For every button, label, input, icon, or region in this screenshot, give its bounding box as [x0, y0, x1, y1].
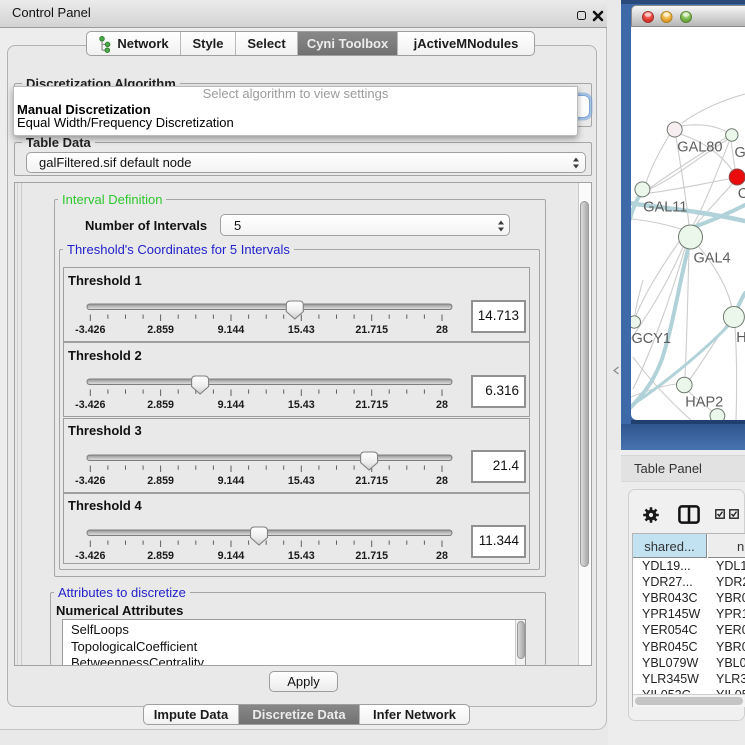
svg-text:28: 28: [436, 399, 448, 411]
svg-text:2.859: 2.859: [147, 399, 174, 411]
svg-text:GAL11: GAL11: [643, 200, 687, 216]
svg-text:-3.426: -3.426: [75, 475, 105, 487]
svg-text:21.715: 21.715: [355, 399, 388, 411]
svg-text:15.43: 15.43: [288, 475, 315, 487]
svg-text:28: 28: [436, 324, 448, 336]
svg-text:GAL4: GAL4: [694, 251, 731, 267]
svg-text:15.43: 15.43: [288, 399, 315, 411]
svg-text:15.43: 15.43: [288, 324, 315, 336]
svg-text:-3.426: -3.426: [75, 550, 105, 562]
svg-text:HAP2: HAP2: [685, 395, 723, 411]
svg-text:2.859: 2.859: [147, 475, 174, 487]
svg-text:21.715: 21.715: [355, 475, 388, 487]
svg-text:H: H: [736, 330, 745, 346]
svg-text:9.144: 9.144: [218, 399, 245, 411]
svg-text:C: C: [738, 186, 745, 202]
svg-text:-3.426: -3.426: [75, 324, 105, 336]
svg-text:9.144: 9.144: [218, 324, 245, 336]
svg-text:15.43: 15.43: [288, 550, 315, 562]
svg-text:21.715: 21.715: [355, 324, 388, 336]
svg-text:9.144: 9.144: [218, 550, 245, 562]
svg-text:-3.426: -3.426: [75, 399, 105, 411]
svg-text:GAL80: GAL80: [677, 140, 722, 156]
svg-text:9.144: 9.144: [218, 475, 245, 487]
svg-text:G.: G.: [735, 145, 745, 161]
svg-text:21.715: 21.715: [355, 550, 388, 562]
svg-text:2.859: 2.859: [147, 324, 174, 336]
svg-text:28: 28: [436, 550, 448, 562]
svg-text:GCY1: GCY1: [632, 331, 672, 347]
svg-text:28: 28: [436, 475, 448, 487]
svg-text:2.859: 2.859: [147, 550, 174, 562]
